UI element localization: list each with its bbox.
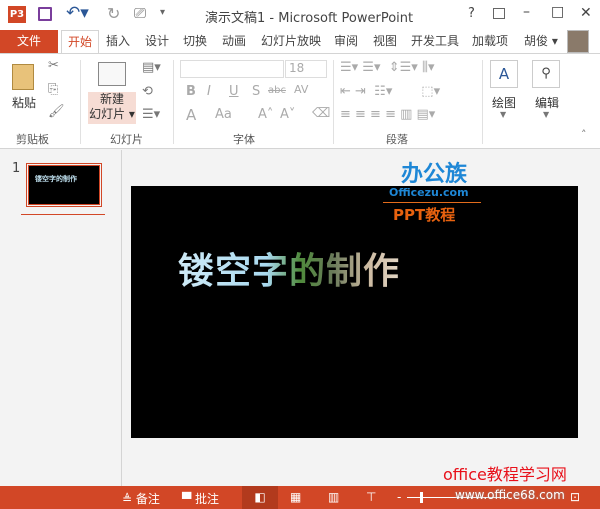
underline-button[interactable]: U xyxy=(229,84,239,99)
slide-sorter-icon[interactable]: ▦ xyxy=(290,490,301,504)
grow-font-button[interactable]: A˄ xyxy=(258,107,273,122)
watermark-footer: office教程学习网 xyxy=(443,465,567,484)
find-icon[interactable]: ⚲ xyxy=(532,60,560,88)
status-bar: ≜ 备注 ▀ 批注 ◧ ▦ ▥ ⊤ - www.office68.com ⊡ xyxy=(0,486,600,509)
new-slide-label-2: 幻灯片 ▾ xyxy=(89,107,135,121)
clear-format-icon[interactable]: ⌫ xyxy=(312,106,330,121)
bullets-icon[interactable]: ☰▾ ☰▾ ⇕☰▾ ⫼▾ xyxy=(340,60,434,75)
italic-button[interactable]: I xyxy=(207,84,211,99)
slide-canvas[interactable]: Officezu.com PPT教程 镂空字的制作 xyxy=(131,186,578,438)
shrink-font-button[interactable]: A˅ xyxy=(280,107,295,122)
char-spacing-button[interactable]: AV xyxy=(294,83,308,96)
thumbnail-number: 1 xyxy=(12,161,21,176)
tab-addins[interactable]: 加载项 xyxy=(472,32,508,49)
tab-review[interactable]: 审阅 xyxy=(334,32,358,49)
app-icon: P3 xyxy=(8,6,26,23)
comments-button[interactable]: ▀ 批注 xyxy=(182,490,219,507)
reset-icon[interactable]: ⟲ xyxy=(142,84,153,99)
close-button[interactable]: ✕ xyxy=(580,5,592,21)
avatar[interactable] xyxy=(567,30,589,53)
divider xyxy=(333,60,334,144)
watermark-logo-text: 办公族 xyxy=(400,162,467,187)
divider xyxy=(173,60,174,144)
reading-view-icon[interactable]: ▥ xyxy=(328,490,339,504)
customize-qat-icon[interactable]: ▾ xyxy=(160,7,165,18)
tab-developer[interactable]: 开发工具 xyxy=(411,32,459,49)
change-case-button[interactable]: Aa xyxy=(215,107,232,122)
ribbon-display-icon[interactable] xyxy=(493,8,505,19)
font-size-select[interactable]: 18 xyxy=(285,60,327,78)
maximize-button[interactable]: □ xyxy=(551,4,564,20)
slideshow-icon[interactable]: ⊤ xyxy=(366,490,376,504)
paste-button[interactable]: 粘贴 xyxy=(12,94,36,111)
zoom-out-button[interactable]: - xyxy=(397,490,401,504)
bold-button[interactable]: B xyxy=(186,84,196,99)
group-label-font: 字体 xyxy=(233,133,255,146)
drawing-icon[interactable]: A xyxy=(490,60,518,88)
help-button[interactable]: ? xyxy=(468,6,475,21)
layout-icon[interactable]: ▤▾ xyxy=(142,60,161,75)
tab-design[interactable]: 设计 xyxy=(145,32,169,49)
tab-transitions[interactable]: 切换 xyxy=(183,32,207,49)
watermark-subtitle: PPT教程 xyxy=(393,206,456,224)
tab-slideshow[interactable]: 幻灯片放映 xyxy=(261,32,321,49)
watermark-divider xyxy=(383,202,481,203)
editing-button[interactable]: 编辑 xyxy=(535,94,559,111)
watermark-url: www.office68.com xyxy=(455,488,565,502)
title-bar: P3 ↶▾ ↻ ⎚ ▾ 演示文稿1 - Microsoft PowerPoint… xyxy=(0,0,600,30)
tab-insert[interactable]: 插入 xyxy=(106,32,130,49)
font-color-button[interactable]: A xyxy=(186,106,196,124)
tab-file[interactable]: 文件 xyxy=(0,30,58,53)
divider xyxy=(482,60,483,144)
redo-icon[interactable]: ↻ xyxy=(107,4,120,23)
shadow-button[interactable]: S xyxy=(252,84,260,99)
group-label-paragraph: 段落 xyxy=(386,133,408,146)
new-slide-label: 新建 xyxy=(99,92,124,106)
slideshow-from-start-icon[interactable]: ⎚ xyxy=(134,4,146,22)
thumbnail-pane: 1 镂空字的制作 xyxy=(0,150,122,486)
chevron-down-icon: ▼ xyxy=(500,110,507,119)
align-icon[interactable]: ≡ ≡ ≡ ≡ ▥ ▤▾ xyxy=(340,107,435,122)
font-name-select[interactable] xyxy=(180,60,284,78)
tab-home[interactable]: 开始 xyxy=(61,30,99,54)
indent-icon[interactable]: ⇤ ⇥ ☷▾ ⬚▾ xyxy=(340,84,440,99)
copy-icon[interactable]: ⎘ xyxy=(48,82,58,97)
tab-animations[interactable]: 动画 xyxy=(222,32,246,49)
collapse-ribbon-icon[interactable]: ˄ xyxy=(581,128,587,141)
user-name[interactable]: 胡俊 ▾ xyxy=(524,32,558,49)
undo-icon[interactable]: ↶▾ xyxy=(66,3,89,23)
strikethrough-button[interactable]: abc xyxy=(268,85,286,96)
drawing-button[interactable]: 绘图 xyxy=(492,94,516,111)
normal-view-button[interactable]: ◧ xyxy=(242,486,278,509)
watermark-logo: 办公族 xyxy=(388,156,480,188)
group-label-clipboard: 剪贴板 xyxy=(16,133,49,146)
save-icon[interactable] xyxy=(38,7,52,21)
thumbnail-text: 镂空字的制作 xyxy=(35,175,77,183)
ribbon: 粘贴 ✂ ⎘ 🖌 剪贴板 新建 幻灯片 ▾ ▤▾ ⟲ ☰▾ 幻灯片 18 B I … xyxy=(0,53,600,149)
comments-label: 批注 xyxy=(195,492,220,506)
group-label-slides: 幻灯片 xyxy=(110,133,143,146)
cut-icon[interactable]: ✂ xyxy=(48,58,59,73)
slide-title[interactable]: 镂空字的制作 xyxy=(178,242,400,294)
fit-to-window-icon[interactable]: ⊡ xyxy=(570,490,580,504)
notes-button[interactable]: ≜ 备注 xyxy=(122,490,160,507)
minimize-button[interactable]: – xyxy=(523,4,530,20)
watermark-site: Officezu.com xyxy=(389,186,469,199)
chevron-down-icon: ▼ xyxy=(543,110,550,119)
divider xyxy=(80,60,81,144)
format-painter-icon[interactable]: 🖌 xyxy=(48,104,65,119)
paste-icon[interactable] xyxy=(12,64,34,90)
ribbon-tabs: 文件 开始 插入 设计 切换 动画 幻灯片放映 审阅 视图 开发工具 加载项 胡… xyxy=(0,30,600,54)
notes-label: 备注 xyxy=(135,492,160,506)
tab-view[interactable]: 视图 xyxy=(373,32,397,49)
thumbnail-divider xyxy=(21,214,105,215)
slide-thumbnail[interactable]: 镂空字的制作 xyxy=(26,163,102,207)
zoom-slider-thumb[interactable] xyxy=(420,492,423,503)
window-title: 演示文稿1 - Microsoft PowerPoint xyxy=(205,11,414,26)
new-slide-icon[interactable] xyxy=(98,62,126,86)
section-icon[interactable]: ☰▾ xyxy=(142,107,160,122)
new-slide-button[interactable]: 新建 幻灯片 ▾ xyxy=(88,92,136,124)
